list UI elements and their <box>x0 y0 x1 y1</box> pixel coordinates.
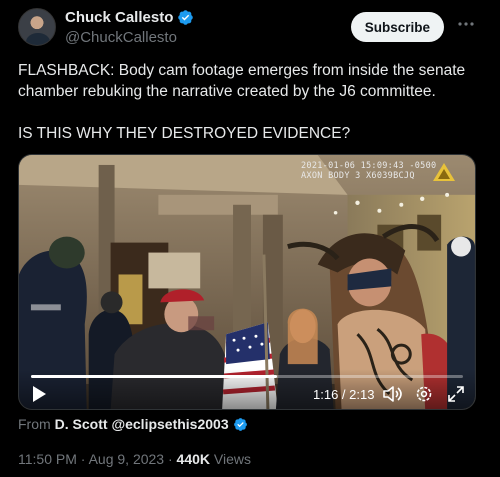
video-attribution: From D. Scott @eclipsethis2003 <box>18 416 248 432</box>
post-time[interactable]: 11:50 PM <box>18 451 77 467</box>
verified-badge-icon <box>178 10 194 25</box>
author-name[interactable]: Chuck Callesto <box>65 9 173 26</box>
bodycam-timestamp: 2021-01-06 15:09:43 -0500 <box>301 161 437 171</box>
attribution-author-link[interactable]: D. Scott @eclipsethis2003 <box>55 416 229 432</box>
verified-badge-icon <box>233 417 247 431</box>
bodycam-device: AXON BODY 3 X6039BCJQ <box>301 171 415 181</box>
author-name-row[interactable]: Chuck Callesto <box>65 9 194 26</box>
from-label: From <box>18 416 51 432</box>
post-date[interactable]: Aug 9, 2023 <box>89 451 165 467</box>
video-time: 1:16 / 2:13 <box>313 387 375 402</box>
meta-separator: · <box>80 451 86 467</box>
bodycam-overlay: 2021-01-06 15:09:43 -0500 AXON BODY 3 X6… <box>301 161 436 181</box>
author-handle[interactable]: @ChuckCallesto <box>65 29 177 46</box>
avatar[interactable] <box>18 8 56 46</box>
play-icon[interactable] <box>31 385 47 403</box>
tweet-meta: 11:50 PM · Aug 9, 2023 · 440K Views <box>18 451 251 467</box>
video-player[interactable]: 2021-01-06 15:09:43 -0500 AXON BODY 3 X6… <box>18 154 476 410</box>
views-label: Views <box>213 451 251 467</box>
axon-logo-icon <box>433 163 455 181</box>
more-icon[interactable] <box>456 14 476 34</box>
fullscreen-icon[interactable] <box>447 385 465 403</box>
tweet-header: Chuck Callesto @ChuckCallesto Subscribe <box>18 8 482 48</box>
tweet-paragraph: FLASHBACK: Body cam footage emerges from… <box>18 62 466 100</box>
settings-gear-icon[interactable] <box>415 385 433 403</box>
scrolled-header-remnant <box>0 0 500 8</box>
volume-icon[interactable] <box>382 385 402 403</box>
subscribe-button[interactable]: Subscribe <box>350 12 444 42</box>
tweet-text: FLASHBACK: Body cam footage emerges from… <box>18 60 480 165</box>
views-count: 440K <box>176 451 211 467</box>
tweet-paragraph: IS THIS WHY THEY DESTROYED EVIDENCE? <box>18 125 351 142</box>
meta-separator: · <box>167 451 173 467</box>
video-progress-bar[interactable] <box>31 375 463 378</box>
video-progress-fill <box>31 375 278 378</box>
video-controls: 1:16 / 2:13 <box>19 369 475 409</box>
